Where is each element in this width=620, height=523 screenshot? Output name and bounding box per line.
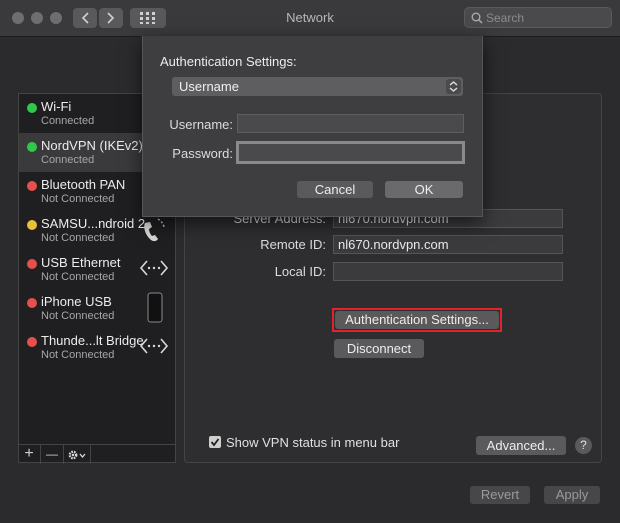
status-dot	[27, 298, 37, 308]
status-dot	[27, 337, 37, 347]
service-status: Not Connected	[41, 271, 115, 283]
service-status: Connected	[41, 115, 95, 127]
ok-button[interactable]: OK	[385, 181, 463, 198]
service-name: Thunde...lt Bridge	[41, 333, 144, 348]
help-button[interactable]: ?	[575, 437, 592, 454]
remote-id-label: Remote ID:	[260, 237, 326, 252]
password-label: Password:	[172, 146, 233, 161]
disconnect-button[interactable]: Disconnect	[334, 339, 424, 358]
service-name: iPhone USB	[41, 294, 112, 309]
local-id-field[interactable]	[333, 262, 563, 281]
add-service-button[interactable]: +	[18, 445, 41, 464]
service-name: Wi-Fi	[41, 99, 72, 114]
authentication-settings-button[interactable]: Authentication Settings...	[335, 311, 499, 329]
status-dot	[27, 181, 37, 191]
password-field[interactable]	[236, 141, 465, 164]
search-icon	[471, 12, 483, 24]
ethernet-icon	[139, 338, 169, 354]
service-thunderbolt-bridge[interactable]: Thunde...lt Bridge Not Connected	[19, 328, 175, 367]
cancel-button[interactable]: Cancel	[297, 181, 373, 198]
status-dot	[27, 220, 37, 230]
phone-icon	[144, 218, 165, 242]
authentication-method-popup[interactable]: Username	[172, 77, 463, 96]
service-status: Not Connected	[41, 232, 115, 244]
remove-service-button[interactable]: —	[41, 445, 64, 464]
username-field[interactable]	[237, 114, 464, 133]
service-name: Bluetooth PAN	[41, 177, 126, 192]
status-dot	[27, 259, 37, 269]
status-dot	[27, 103, 37, 113]
apply-button[interactable]: Apply	[544, 486, 600, 504]
updown-chevron-icon	[446, 79, 461, 94]
action-menu-button[interactable]	[64, 445, 91, 464]
gear-icon	[68, 450, 86, 460]
service-status: Connected	[41, 154, 95, 166]
service-name: NordVPN (IKEv2)	[41, 138, 143, 153]
service-usb-ethernet[interactable]: USB Ethernet Not Connected	[19, 250, 175, 289]
service-list-toolbar: + —	[18, 444, 176, 465]
iphone-icon	[147, 292, 163, 323]
service-status: Not Connected	[41, 310, 115, 322]
show-vpn-status-checkbox[interactable]	[209, 436, 221, 448]
sheet-title: Authentication Settings:	[160, 54, 297, 69]
local-id-label: Local ID:	[274, 264, 326, 279]
revert-button[interactable]: Revert	[470, 486, 530, 504]
service-name: SAMSU...ndroid 2	[41, 216, 146, 231]
service-status: Not Connected	[41, 349, 115, 361]
authentication-sheet: Authentication Settings: Username Userna…	[142, 36, 483, 217]
checkmark-icon	[210, 438, 220, 447]
service-iphone-usb[interactable]: iPhone USB Not Connected	[19, 289, 175, 328]
service-status: Not Connected	[41, 193, 115, 205]
advanced-button[interactable]: Advanced...	[476, 436, 566, 455]
status-dot	[27, 142, 37, 152]
ethernet-icon	[139, 260, 169, 276]
search-field[interactable]: Search	[464, 7, 612, 28]
username-label: Username:	[169, 117, 233, 132]
show-vpn-status-label[interactable]: Show VPN status in menu bar	[226, 435, 399, 450]
search-placeholder: Search	[486, 11, 525, 25]
remote-id-field[interactable]: nl670.nordvpn.com	[333, 235, 563, 254]
service-name: USB Ethernet	[41, 255, 121, 270]
authentication-method-value: Username	[179, 79, 239, 94]
